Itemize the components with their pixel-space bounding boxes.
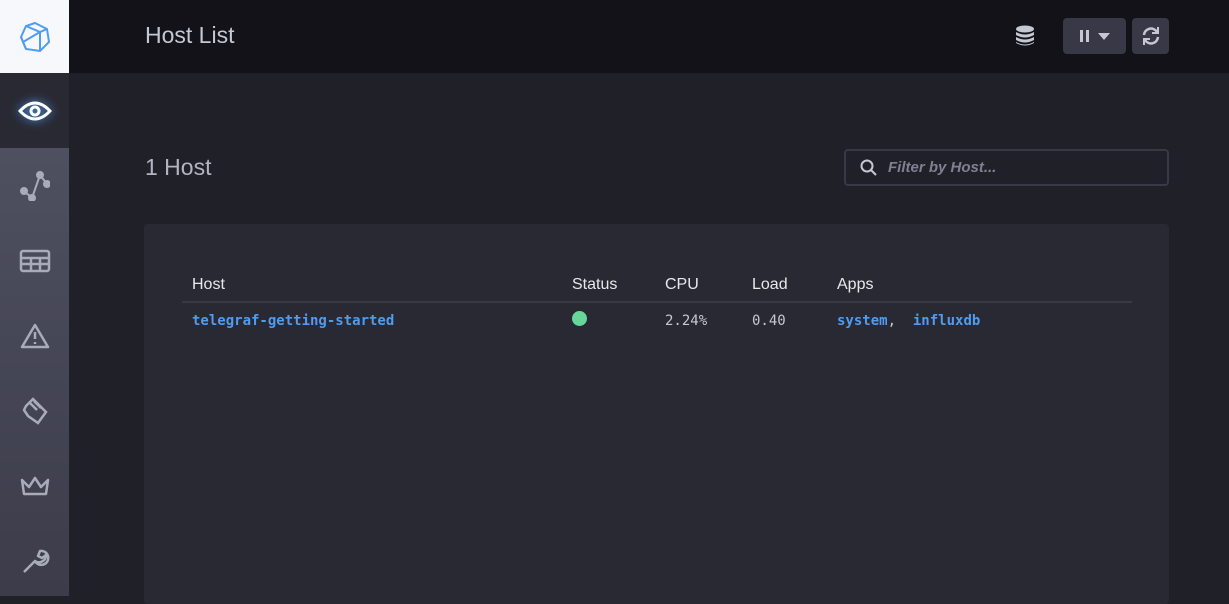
refresh-icon xyxy=(1142,27,1159,45)
status-indicator xyxy=(572,311,587,326)
host-table: Host Status CPU Load Apps telegraf-getti… xyxy=(182,268,1132,338)
dashboard-icon xyxy=(19,249,50,272)
sidebar xyxy=(0,0,69,596)
host-table-panel: Host Status CPU Load Apps telegraf-getti… xyxy=(144,224,1169,604)
filter-box xyxy=(844,149,1169,186)
auto-refresh-dropdown[interactable] xyxy=(1063,18,1126,54)
hand-icon xyxy=(22,396,48,425)
sidebar-item-alerting[interactable] xyxy=(0,298,69,373)
column-header-apps[interactable]: Apps xyxy=(827,268,1132,303)
sidebar-item-admin[interactable] xyxy=(0,448,69,523)
pause-icon xyxy=(1079,30,1089,42)
load-value: 0.40 xyxy=(752,312,786,329)
refresh-button[interactable] xyxy=(1132,18,1169,54)
app-separator: , xyxy=(887,312,897,329)
alert-triangle-icon xyxy=(20,323,49,348)
sidebar-item-dashboards[interactable] xyxy=(0,223,69,298)
graph-icon xyxy=(19,170,50,201)
database-icon[interactable] xyxy=(1015,25,1035,47)
filter-input[interactable] xyxy=(888,159,1148,176)
sidebar-item-data-explorer[interactable] xyxy=(0,148,69,223)
wrench-icon xyxy=(22,549,50,573)
column-header-host[interactable]: Host xyxy=(182,268,562,303)
search-icon xyxy=(860,159,877,176)
column-header-load[interactable]: Load xyxy=(742,268,827,303)
column-header-status[interactable]: Status xyxy=(562,268,655,303)
app-link-system[interactable]: system xyxy=(837,313,888,329)
host-link[interactable]: telegraf-getting-started xyxy=(192,313,394,329)
sidebar-item-log-viewer[interactable] xyxy=(0,373,69,448)
page-title: Host List xyxy=(145,22,235,48)
cpu-value: 2.24% xyxy=(665,312,708,329)
logo-icon xyxy=(19,21,50,52)
crown-icon xyxy=(20,476,49,495)
column-header-cpu[interactable]: CPU xyxy=(655,268,742,303)
caret-down-icon xyxy=(1097,32,1110,40)
logo[interactable] xyxy=(0,0,69,73)
sidebar-item-configuration[interactable] xyxy=(0,523,69,598)
eye-icon xyxy=(17,101,52,120)
app-link-influxdb[interactable]: influxdb xyxy=(913,313,980,329)
sidebar-item-host-list[interactable] xyxy=(0,73,69,148)
page-header: Host List xyxy=(69,0,1229,73)
host-count: 1 Host xyxy=(145,154,212,180)
table-row: telegraf-getting-started 2.24% 0.40 syst… xyxy=(182,302,1132,338)
